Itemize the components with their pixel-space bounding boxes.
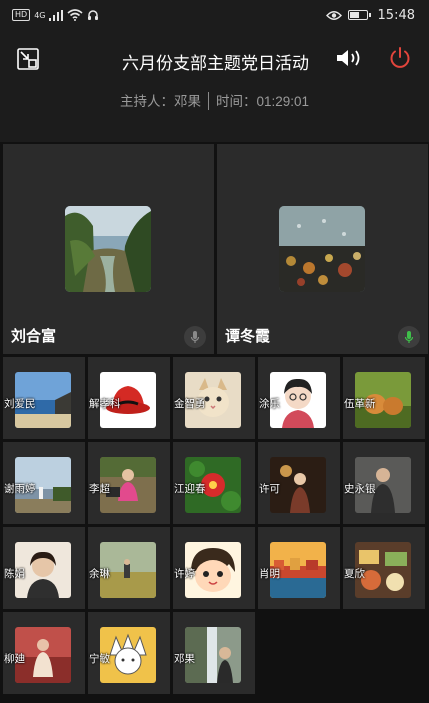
meeting-header: 六月份支部主题党日活动 主持人：邓果 时间：01:29:01	[0, 30, 429, 142]
microphone-icon	[190, 331, 200, 343]
participant-name: 许婷	[174, 568, 195, 580]
speaker-name: 谭冬霞	[225, 328, 271, 345]
participant-tile[interactable]: 史永银	[343, 442, 425, 524]
status-bar: HD 4G 15:48	[0, 0, 429, 30]
participant-tile[interactable]: 余琳	[88, 527, 170, 609]
participant-name: 肖明	[259, 568, 280, 580]
participant-tile[interactable]: 伍革新	[343, 357, 425, 439]
meta-divider	[207, 92, 209, 110]
mic-status	[184, 326, 206, 348]
participant-tile[interactable]: 解孝科	[88, 357, 170, 439]
participant-name: 余琳	[89, 568, 110, 580]
clock: 15:48	[377, 7, 415, 23]
host-label: 主持人：邓果	[119, 94, 201, 109]
participant-name: 涂乐	[259, 398, 280, 410]
speaker-tile[interactable]: 谭冬霞	[217, 144, 428, 354]
participant-tile[interactable]: 涂乐	[258, 357, 340, 439]
participant-name: 伍革新	[344, 398, 376, 410]
participant-tile[interactable]: 宁敏	[88, 612, 170, 694]
participant-name: 夏欣	[344, 568, 365, 580]
participant-name: 金智勇	[174, 398, 206, 410]
mic-status	[398, 326, 420, 348]
speaker-button[interactable]	[335, 47, 363, 69]
participant-tile[interactable]: 江迎春	[173, 442, 255, 524]
participant-name: 柳廸	[4, 653, 25, 665]
elapsed-time: 时间：01:29:01	[215, 94, 310, 109]
speaker-name: 刘合富	[11, 328, 57, 345]
participant-name: 宁敏	[89, 653, 110, 665]
end-meeting-button[interactable]	[388, 46, 412, 70]
participant-name: 史永银	[344, 483, 376, 495]
speaker-icon	[337, 50, 360, 66]
participant-tile[interactable]: 陈娟	[3, 527, 85, 609]
microphone-icon	[404, 331, 414, 343]
battery-icon	[347, 10, 371, 20]
network-type: 4G	[34, 10, 46, 20]
meeting-title: 六月份支部主题党日活动	[122, 54, 309, 73]
participant-tile[interactable]: 肖明	[258, 527, 340, 609]
participant-tile[interactable]: 李超	[88, 442, 170, 524]
participant-name: 邓果	[174, 653, 195, 665]
participant-tile[interactable]: 金智勇	[173, 357, 255, 439]
meeting-meta: 主持人：邓果 时间：01:29:01	[0, 90, 429, 110]
signal-icon	[49, 9, 64, 21]
participant-tile[interactable]: 许婷	[173, 527, 255, 609]
participant-name: 李超	[89, 483, 110, 495]
participant-name: 江迎春	[174, 483, 206, 495]
headset-icon	[88, 10, 99, 20]
participant-tile[interactable]: 夏欣	[343, 527, 425, 609]
wifi-icon	[67, 9, 84, 21]
eye-icon	[325, 10, 342, 20]
participant-name: 陈娟	[4, 568, 25, 580]
speaker-avatar	[279, 206, 365, 292]
power-icon	[390, 47, 410, 68]
participant-tile[interactable]: 刘爱民	[3, 357, 85, 439]
participant-name: 解孝科	[89, 398, 121, 410]
participant-tile[interactable]: 柳廸	[3, 612, 85, 694]
speaker-tile[interactable]: 刘合富	[3, 144, 214, 354]
participant-tile[interactable]: 邓果	[173, 612, 255, 694]
participant-name: 许可	[259, 483, 280, 495]
participant-name: 谢雨婷	[4, 483, 36, 495]
participant-tile[interactable]: 谢雨婷	[3, 442, 85, 524]
speaker-avatar	[65, 206, 151, 292]
hd-badge: HD	[12, 9, 31, 21]
participant-name: 刘爱民	[4, 398, 36, 410]
participant-tile[interactable]: 许可	[258, 442, 340, 524]
